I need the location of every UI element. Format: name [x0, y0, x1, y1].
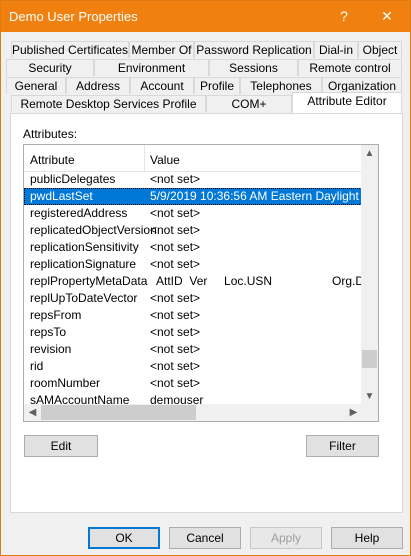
- edit-button-label: Edit: [50, 439, 72, 453]
- horizontal-scroll-thumb[interactable]: [41, 405, 196, 420]
- attribute-value: <not set>: [150, 359, 201, 373]
- tab-published-certificates[interactable]: Published Certificates: [11, 41, 129, 58]
- list-row[interactable]: replUpToDateVector <not set>: [24, 290, 362, 307]
- horizontal-scrollbar[interactable]: ◀ ▶: [24, 404, 362, 421]
- tab-object[interactable]: Object: [358, 41, 402, 58]
- tab-com-plus[interactable]: COM+: [206, 95, 292, 112]
- tab-password-replication[interactable]: Password Replication: [194, 41, 314, 58]
- attribute-name: replPropertyMetaData: [30, 274, 148, 288]
- attribute-name: revision: [30, 342, 72, 356]
- tab-environment[interactable]: Environment: [94, 59, 209, 76]
- attribute-name: repsFrom: [30, 308, 82, 322]
- attributes-list[interactable]: Attribute Value publicDelegates <not set…: [23, 144, 379, 422]
- list-row[interactable]: replPropertyMetaData AttID Ver Loc.USN O…: [24, 273, 378, 290]
- attribute-name: replicationSensitivity: [30, 240, 139, 254]
- edit-button[interactable]: Edit: [24, 435, 98, 457]
- apply-button[interactable]: Apply: [250, 527, 322, 549]
- attribute-value: <not set>: [150, 376, 201, 390]
- attribute-name: replicationSignature: [30, 257, 137, 271]
- attribute-name: registeredAddress: [30, 206, 128, 220]
- close-icon[interactable]: ✕: [364, 1, 410, 32]
- tab-address[interactable]: Address: [66, 77, 130, 94]
- list-row[interactable]: replicationSensitivity <not set>: [24, 239, 362, 256]
- scroll-up-icon[interactable]: ▲: [361, 145, 378, 162]
- list-row[interactable]: rid <not set>: [24, 358, 362, 375]
- attribute-name: replicatedObjectVersion: [30, 223, 157, 237]
- list-row[interactable]: roomNumber <not set>: [24, 375, 362, 392]
- tab-attribute-editor[interactable]: Attribute Editor: [292, 92, 402, 113]
- attribute-name: repsTo: [30, 325, 67, 339]
- vertical-scrollbar[interactable]: ▲ ▼: [361, 145, 378, 405]
- filter-button[interactable]: Filter: [306, 435, 379, 457]
- attribute-name: publicDelegates: [30, 172, 116, 186]
- list-row-selected[interactable]: pwdLastSet 5/9/2019 10:36:56 AM Eastern …: [24, 188, 378, 205]
- column-header-attribute[interactable]: Attribute: [30, 153, 75, 167]
- attribute-value: <not set>: [150, 257, 201, 271]
- attribute-value: AttID Ver Loc.USN Org.DSA: [150, 274, 379, 288]
- cancel-button[interactable]: Cancel: [169, 527, 241, 549]
- tab-member-of[interactable]: Member Of: [129, 41, 194, 58]
- tab-general[interactable]: General: [6, 77, 66, 94]
- attribute-value: 5/9/2019 10:36:56 AM Eastern Daylight Ti…: [150, 189, 379, 203]
- list-row[interactable]: publicDelegates <not set>: [24, 171, 362, 188]
- attribute-value: <not set>: [150, 325, 201, 339]
- attribute-value: <not set>: [150, 342, 201, 356]
- attribute-name: roomNumber: [30, 376, 101, 390]
- attribute-value: <not set>: [150, 223, 201, 237]
- tab-remote-control[interactable]: Remote control: [298, 59, 402, 76]
- attribute-name: replUpToDateVector: [30, 291, 138, 305]
- tab-security[interactable]: Security: [6, 59, 94, 76]
- scrollbar-corner: [361, 404, 378, 421]
- attribute-name: rid: [30, 359, 44, 373]
- help-title-button[interactable]: ?: [321, 1, 367, 32]
- attribute-value: <not set>: [150, 308, 201, 322]
- list-row[interactable]: registeredAddress <not set>: [24, 205, 362, 222]
- ok-button[interactable]: OK: [88, 527, 160, 549]
- tab-profile[interactable]: Profile: [194, 77, 240, 94]
- list-header: Attribute Value: [24, 145, 362, 172]
- column-divider[interactable]: [144, 145, 145, 171]
- attribute-value: <not set>: [150, 206, 201, 220]
- column-header-value[interactable]: Value: [150, 153, 180, 167]
- vertical-scroll-thumb[interactable]: [362, 350, 377, 368]
- window-title: Demo User Properties: [9, 9, 138, 24]
- attribute-value: <not set>: [150, 172, 201, 186]
- title-bar[interactable]: Demo User Properties ? ✕: [1, 1, 410, 32]
- properties-window: Demo User Properties ? ✕ Published Certi…: [0, 0, 411, 556]
- list-row[interactable]: replicationSignature <not set>: [24, 256, 362, 273]
- list-row[interactable]: replicatedObjectVersion <not set>: [24, 222, 362, 239]
- attribute-value: <not set>: [150, 240, 201, 254]
- attribute-name: pwdLastSet: [30, 189, 93, 203]
- scroll-right-icon[interactable]: ▶: [345, 404, 362, 421]
- scroll-left-icon[interactable]: ◀: [24, 404, 41, 421]
- attribute-value: <not set>: [150, 291, 201, 305]
- help-button[interactable]: Help: [331, 527, 403, 549]
- tab-account[interactable]: Account: [130, 77, 194, 94]
- tab-sessions[interactable]: Sessions: [209, 59, 298, 76]
- list-row[interactable]: repsFrom <not set>: [24, 307, 362, 324]
- list-row[interactable]: revision <not set>: [24, 341, 362, 358]
- tab-remote-desktop-services-profile[interactable]: Remote Desktop Services Profile: [11, 95, 206, 112]
- attributes-label: Attributes:: [23, 127, 78, 141]
- list-row[interactable]: repsTo <not set>: [24, 324, 362, 341]
- filter-button-label: Filter: [329, 439, 356, 453]
- tab-dial-in[interactable]: Dial-in: [314, 41, 358, 58]
- scroll-down-icon[interactable]: ▼: [361, 388, 378, 405]
